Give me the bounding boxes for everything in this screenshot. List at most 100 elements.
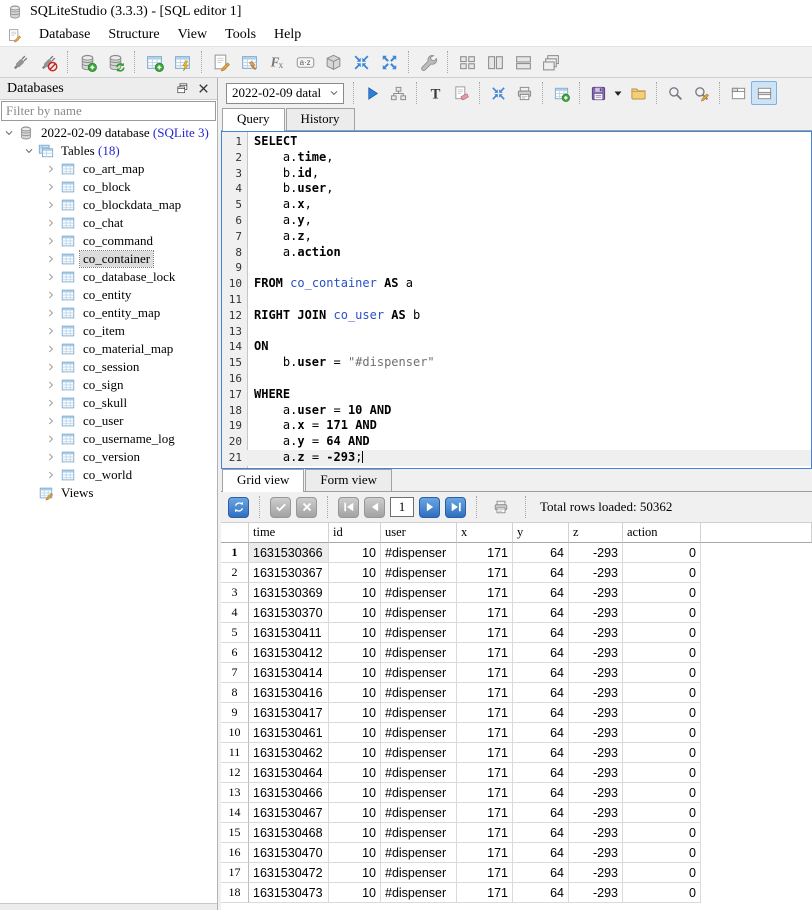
cell-y[interactable]: 64 — [513, 823, 569, 843]
save-options-caret-icon[interactable] — [611, 81, 625, 105]
code-line-16[interactable]: 16 — [222, 371, 811, 387]
tree-item-co_blockdata_map[interactable]: co_blockdata_map — [0, 196, 217, 214]
chevron-right-icon[interactable] — [44, 326, 58, 336]
cell-x[interactable]: 171 — [457, 723, 513, 743]
cell-x[interactable]: 171 — [457, 543, 513, 563]
cell-action[interactable]: 0 — [623, 843, 701, 863]
results-below-icon[interactable] — [751, 81, 777, 105]
code-line-1[interactable]: 1SELECT — [222, 134, 811, 150]
cell-user[interactable]: #dispenser — [381, 723, 457, 743]
cell-y[interactable]: 64 — [513, 683, 569, 703]
chevron-right-icon[interactable] — [44, 236, 58, 246]
row-number[interactable]: 9 — [221, 703, 249, 723]
cell-action[interactable]: 0 — [623, 563, 701, 583]
tree-item-co_container[interactable]: co_container — [0, 250, 217, 268]
cell-id[interactable]: 10 — [329, 703, 381, 723]
tree-item-views[interactable]: Views — [0, 484, 217, 502]
cell-y[interactable]: 64 — [513, 603, 569, 623]
shrink-windows-icon[interactable] — [347, 49, 375, 75]
code-line-9[interactable]: 9 — [222, 260, 811, 276]
code-line-13[interactable]: 13 — [222, 324, 811, 340]
cell-z[interactable]: -293 — [569, 643, 623, 663]
cell-action[interactable]: 0 — [623, 643, 701, 663]
cell-time[interactable]: 1631530472 — [249, 863, 329, 883]
cell-x[interactable]: 171 — [457, 703, 513, 723]
cell-y[interactable]: 64 — [513, 663, 569, 683]
open-sql-file-icon[interactable] — [625, 81, 651, 105]
cell-time[interactable]: 1631530369 — [249, 583, 329, 603]
tile-windows-horizontally-icon[interactable] — [509, 49, 537, 75]
cell-z[interactable]: -293 — [569, 803, 623, 823]
print-query-icon[interactable] — [511, 81, 537, 105]
cell-y[interactable]: 64 — [513, 543, 569, 563]
code-line-5[interactable]: 5 a.x, — [222, 197, 811, 213]
execute-query-icon[interactable] — [359, 81, 385, 105]
cell-time[interactable]: 1631530411 — [249, 623, 329, 643]
menu-item-structure[interactable]: Structure — [99, 26, 168, 44]
cell-id[interactable]: 10 — [329, 563, 381, 583]
save-sql-icon[interactable] — [585, 81, 611, 105]
chevron-right-icon[interactable] — [44, 272, 58, 282]
row-number[interactable]: 11 — [221, 743, 249, 763]
cell-user[interactable]: #dispenser — [381, 583, 457, 603]
chevron-right-icon[interactable] — [44, 416, 58, 426]
cell-x[interactable]: 171 — [457, 603, 513, 623]
cell-z[interactable]: -293 — [569, 703, 623, 723]
code-line-10[interactable]: 10FROM co_container AS a — [222, 276, 811, 292]
cell-id[interactable]: 10 — [329, 843, 381, 863]
tree-item-co_entity[interactable]: co_entity — [0, 286, 217, 304]
cell-id[interactable]: 10 — [329, 883, 381, 903]
cell-time[interactable]: 1631530464 — [249, 763, 329, 783]
chevron-right-icon[interactable] — [44, 290, 58, 300]
cell-y[interactable]: 64 — [513, 763, 569, 783]
chevron-right-icon[interactable] — [44, 362, 58, 372]
cell-x[interactable]: 171 — [457, 563, 513, 583]
code-line-6[interactable]: 6 a.y, — [222, 213, 811, 229]
cell-z[interactable]: -293 — [569, 883, 623, 903]
code-line-4[interactable]: 4 b.user, — [222, 181, 811, 197]
cell-action[interactable]: 0 — [623, 863, 701, 883]
chevron-right-icon[interactable] — [44, 398, 58, 408]
rollback-icon[interactable] — [296, 497, 317, 518]
cell-id[interactable]: 10 — [329, 583, 381, 603]
cell-id[interactable]: 10 — [329, 763, 381, 783]
tree-item-co_user[interactable]: co_user — [0, 412, 217, 430]
cell-time[interactable]: 1631530412 — [249, 643, 329, 663]
cell-time[interactable]: 1631530417 — [249, 703, 329, 723]
cell-time[interactable]: 1631530467 — [249, 803, 329, 823]
row-number[interactable]: 5 — [221, 623, 249, 643]
cell-action[interactable]: 0 — [623, 783, 701, 803]
code-line-3[interactable]: 3 b.id, — [222, 166, 811, 182]
code-line-17[interactable]: 17WHERE — [222, 387, 811, 403]
code-line-11[interactable]: 11 — [222, 292, 811, 308]
cell-x[interactable]: 171 — [457, 843, 513, 863]
column-header-id[interactable]: id — [329, 523, 381, 543]
cell-y[interactable]: 64 — [513, 703, 569, 723]
row-number[interactable]: 2 — [221, 563, 249, 583]
configuration-icon[interactable] — [414, 49, 442, 75]
cell-x[interactable]: 171 — [457, 863, 513, 883]
cell-time[interactable]: 1631530370 — [249, 603, 329, 623]
chevron-right-icon[interactable] — [44, 254, 58, 264]
editor-tab-query[interactable]: Query — [222, 108, 285, 131]
cell-id[interactable]: 10 — [329, 723, 381, 743]
cell-action[interactable]: 0 — [623, 723, 701, 743]
tree-item-co_version[interactable]: co_version — [0, 448, 217, 466]
cell-y[interactable]: 64 — [513, 883, 569, 903]
cell-user[interactable]: #dispenser — [381, 883, 457, 903]
cell-time[interactable]: 1631530470 — [249, 843, 329, 863]
cell-z[interactable]: -293 — [569, 583, 623, 603]
print-results-icon[interactable] — [487, 494, 515, 520]
cell-z[interactable]: -293 — [569, 663, 623, 683]
cell-action[interactable]: 0 — [623, 883, 701, 903]
code-line-15[interactable]: 15 b.user = "#dispenser" — [222, 355, 811, 371]
cell-user[interactable]: #dispenser — [381, 803, 457, 823]
chevron-down-icon[interactable] — [22, 146, 36, 156]
cell-user[interactable]: #dispenser — [381, 843, 457, 863]
explain-query-plan-icon[interactable] — [385, 81, 411, 105]
cell-x[interactable]: 171 — [457, 803, 513, 823]
chevron-right-icon[interactable] — [44, 164, 58, 174]
tree-item-tables[interactable]: Tables (18) — [0, 142, 217, 160]
find-icon[interactable] — [662, 81, 688, 105]
import-table-icon[interactable] — [168, 49, 196, 75]
